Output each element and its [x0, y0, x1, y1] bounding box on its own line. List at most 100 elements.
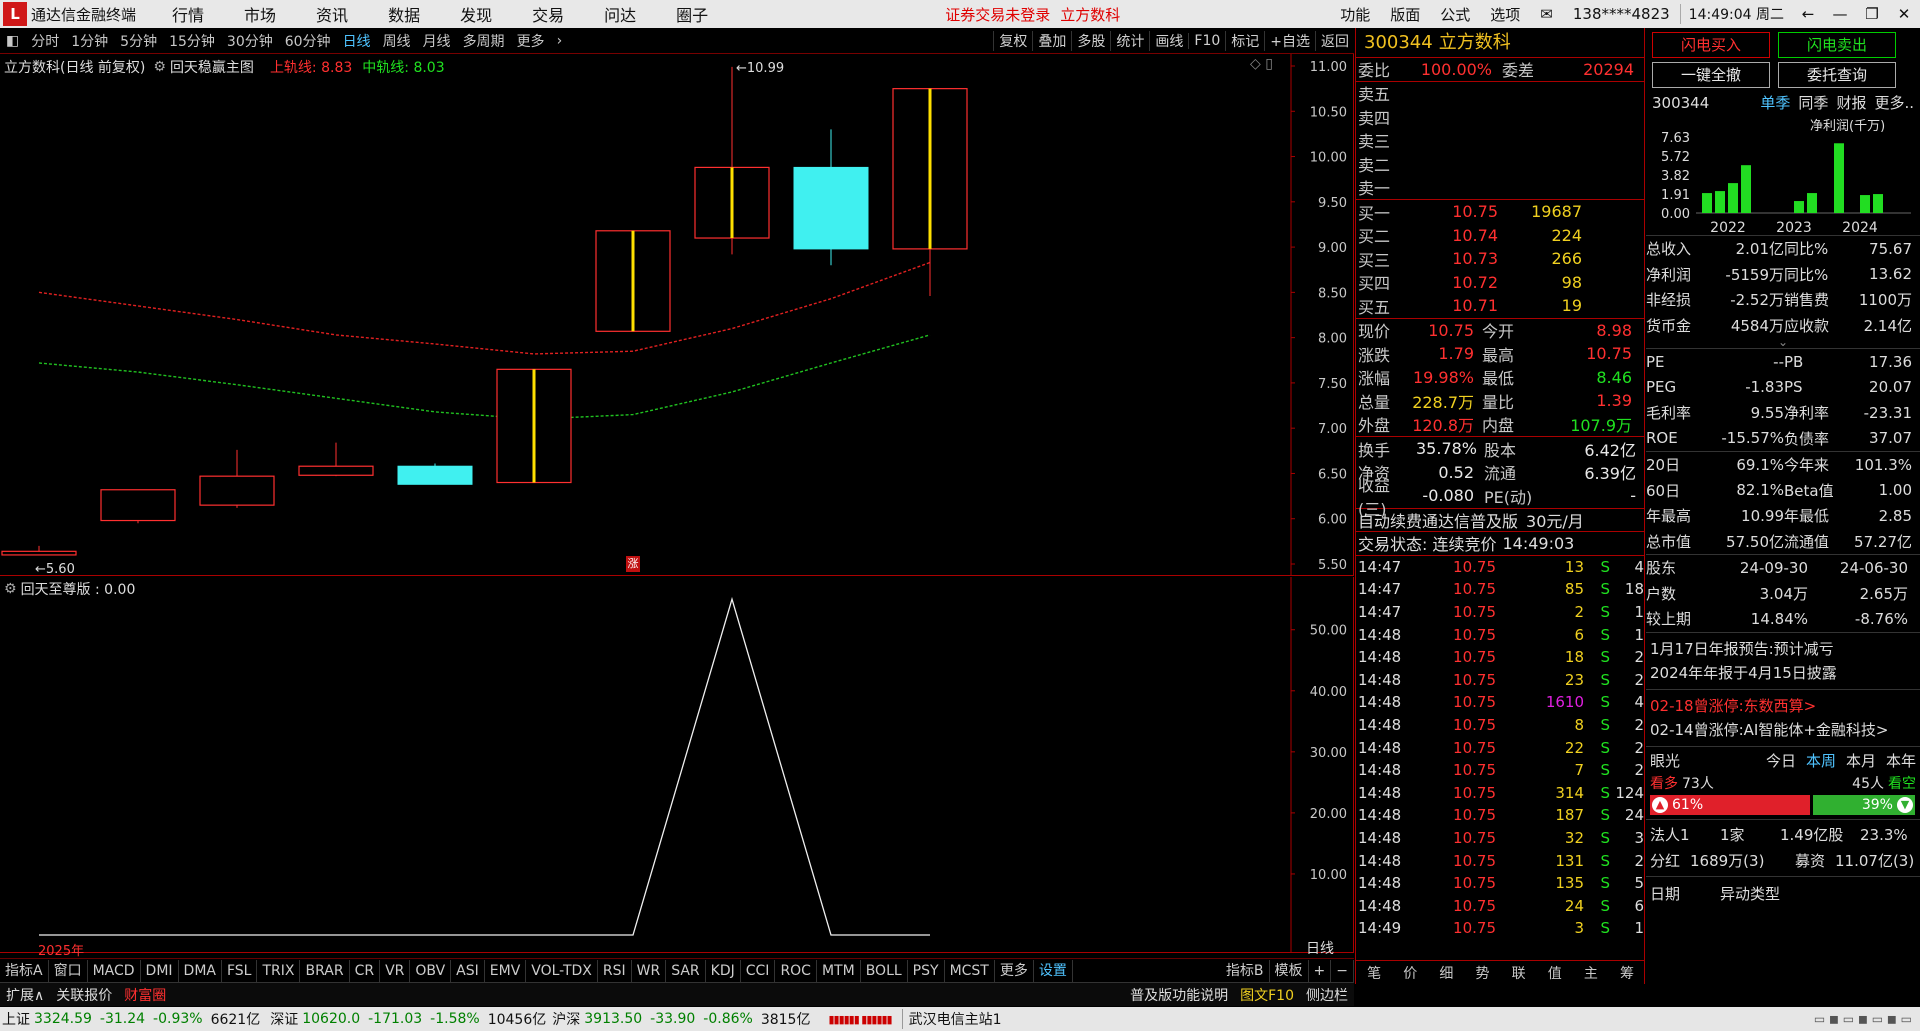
tab-trades[interactable]: 笔: [1356, 963, 1392, 983]
period-tab[interactable]: 周线: [377, 31, 417, 51]
menu-trade[interactable]: 交易: [512, 2, 584, 26]
indicator-tab[interactable]: BRAR: [300, 959, 350, 982]
tab-value[interactable]: 值: [1537, 963, 1573, 983]
period-tab[interactable]: 15分钟: [163, 31, 221, 51]
panel-toggle-icon[interactable]: ◧: [0, 33, 25, 49]
tab-price[interactable]: 价: [1392, 963, 1428, 983]
toolbar-button[interactable]: 画线: [1149, 30, 1188, 51]
tab-detail[interactable]: 细: [1428, 963, 1464, 983]
toolbar-button[interactable]: 标记: [1225, 30, 1264, 51]
indicator-tab[interactable]: KDJ: [706, 959, 741, 982]
account-label[interactable]: 138****4823: [1563, 5, 1680, 23]
indicator-tab-b[interactable]: 指标B: [1221, 959, 1270, 982]
bid-row[interactable]: 买一 10.75 19687: [1356, 200, 1644, 224]
period-tab[interactable]: 60分钟: [279, 31, 337, 51]
main-kline-chart[interactable]: 立方数科(日线 前复权) ⚙ 回天稳赢主图 上轨线: 8.83 中轨线: 8.0…: [0, 54, 1354, 576]
toolbar-button[interactable]: 叠加: [1032, 30, 1071, 51]
bid-row[interactable]: 买四 10.72 98: [1356, 271, 1644, 295]
flash-sell-button[interactable]: 闪电卖出: [1778, 32, 1896, 58]
indicator-tab[interactable]: FSL: [222, 959, 258, 982]
sz-index-name[interactable]: 深证: [270, 1009, 298, 1029]
menu-function[interactable]: 功能: [1330, 4, 1380, 25]
expand-button[interactable]: 扩展∧: [0, 985, 50, 1005]
menu-discover[interactable]: 发现: [440, 2, 512, 26]
bid-row[interactable]: 买三 10.73 266: [1356, 247, 1644, 271]
indicator-tab[interactable]: EMV: [485, 959, 527, 982]
fin-tab-more[interactable]: 更多..: [1874, 92, 1914, 113]
limit-item[interactable]: 02-18曾涨停:东数西算>: [1650, 694, 1916, 718]
order-query-button[interactable]: 委托查询: [1778, 62, 1896, 88]
indicator-tab[interactable]: MACD: [88, 959, 141, 982]
thumbs-up-icon[interactable]: ▲: [1652, 796, 1668, 813]
fin-tab-report[interactable]: 财报: [1836, 92, 1866, 113]
market-breadth-icon[interactable]: ▮▮▮▮▮▮ ▮▮▮▮▮▮: [828, 1013, 892, 1026]
eye-tab-month[interactable]: 本月: [1846, 750, 1876, 771]
indicator-tab[interactable]: DMA: [179, 959, 222, 982]
tick-list[interactable]: 14:47 10.75 13 S 4 14:47 10.75 85 S 18 14:47 10.75 2…: [1356, 556, 1644, 948]
indicator-tab[interactable]: MCST: [945, 959, 995, 982]
fee-row[interactable]: 自动续费通达信普及版 30元/月: [1356, 509, 1644, 532]
close-icon[interactable]: ✕: [1888, 5, 1920, 23]
thumbs-down-icon[interactable]: ▼: [1896, 796, 1913, 813]
menu-quotes[interactable]: 行情: [152, 2, 224, 26]
menu-options[interactable]: 选项: [1480, 4, 1530, 25]
toolbar-button[interactable]: 多股: [1071, 30, 1110, 51]
flash-buy-button[interactable]: 闪电买入: [1652, 32, 1770, 58]
feature-guide-link[interactable]: 普及版功能说明: [1124, 985, 1234, 1005]
indicator-tab[interactable]: ASI: [451, 959, 485, 982]
tab-main[interactable]: 主: [1573, 963, 1609, 983]
eye-tab-year[interactable]: 本年: [1886, 750, 1916, 771]
cancel-all-button[interactable]: 一键全撤: [1652, 62, 1770, 88]
chevron-down-icon[interactable]: ⌄: [1646, 336, 1920, 348]
indicator-tab[interactable]: CR: [350, 959, 381, 982]
minimize-icon[interactable]: —: [1824, 5, 1856, 23]
remove-window-icon[interactable]: −: [1331, 959, 1354, 982]
wealth-circle-button[interactable]: 财富圈: [118, 985, 172, 1005]
indicator-tab[interactable]: CCI: [741, 959, 776, 982]
indicator-tab[interactable]: ROC: [775, 959, 817, 982]
toolbar-button[interactable]: 统计: [1110, 30, 1149, 51]
eye-tab-week[interactable]: 本周: [1806, 750, 1836, 771]
fin-tab-quarter[interactable]: 单季: [1760, 92, 1790, 113]
login-notice[interactable]: 证券交易未登录: [945, 4, 1050, 25]
menu-news[interactable]: 资讯: [296, 2, 368, 26]
period-tab-more[interactable]: 更多: [511, 31, 551, 51]
chevron-right-icon[interactable]: ›: [551, 33, 569, 49]
server-name[interactable]: 武汉电信主站1: [901, 1009, 1002, 1029]
indicator-tab[interactable]: TRIX: [257, 959, 301, 982]
tab-related[interactable]: 联: [1501, 963, 1537, 983]
menu-circle[interactable]: 圈子: [656, 2, 728, 26]
indicator-tab[interactable]: DMI: [141, 959, 179, 982]
add-window-icon[interactable]: +: [1309, 959, 1332, 982]
fin-tab-same[interactable]: 同季: [1798, 92, 1828, 113]
announcement-item[interactable]: 2024年年报于4月15日披露: [1650, 661, 1916, 685]
toolbar-button[interactable]: 复权: [993, 30, 1032, 51]
indicator-tab[interactable]: SAR: [666, 959, 706, 982]
period-tab-active[interactable]: 日线: [337, 31, 377, 51]
bid-row[interactable]: 买五 10.71 19: [1356, 294, 1644, 318]
indicator-tab[interactable]: WR: [632, 959, 667, 982]
back-icon[interactable]: ←: [1792, 5, 1824, 23]
indicator-tab[interactable]: VOL-TDX: [526, 959, 598, 982]
indicator-tab[interactable]: OBV: [410, 959, 452, 982]
eye-tab-today[interactable]: 今日: [1766, 750, 1796, 771]
toolbar-button[interactable]: F10: [1188, 32, 1225, 49]
tab-chips[interactable]: 筹: [1609, 963, 1645, 983]
period-tab[interactable]: 30分钟: [221, 31, 279, 51]
menu-ask[interactable]: 问达: [584, 2, 656, 26]
sub-indicator-chart[interactable]: ⚙ 回天至尊版 : 0.00 50.00 40.00 30.00 20.00 10.00…: [0, 577, 1354, 959]
status-indicator-icon[interactable]: ▭ ◼ ▭ ◼ ▭ ◼ ▭: [1814, 1012, 1920, 1026]
sh-index-name[interactable]: 上证: [0, 1009, 30, 1029]
period-tab[interactable]: 分时: [25, 31, 65, 51]
bid-row[interactable]: 买二 10.74 224: [1356, 224, 1644, 248]
tab-trend[interactable]: 势: [1464, 963, 1500, 983]
period-tab[interactable]: 多周期: [457, 31, 511, 51]
indicator-tab[interactable]: MTM: [817, 959, 861, 982]
related-quotes-button[interactable]: 关联报价: [50, 985, 118, 1005]
template-tab[interactable]: 模板: [1270, 959, 1309, 982]
indicator-tab[interactable]: 窗口: [49, 959, 88, 982]
restore-icon[interactable]: ❐: [1856, 5, 1888, 23]
f10-link[interactable]: 图文F10: [1234, 985, 1300, 1005]
hs-index-name[interactable]: 沪深: [552, 1009, 580, 1029]
announcement-item[interactable]: 1月17日年报预告:预计减亏: [1650, 637, 1916, 661]
